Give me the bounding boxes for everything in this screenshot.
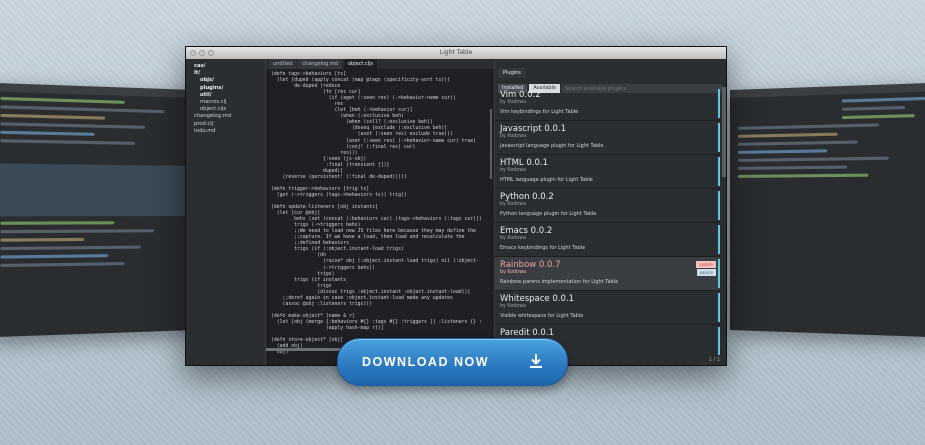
plugin-list: Vim 0.0.2 by Kodowa Vim keybindings for Li…	[495, 87, 720, 355]
plugin-version: 0.0.1	[526, 158, 548, 168]
plugin-status-bar	[718, 225, 720, 254]
plugin-version: 0.0.7	[538, 260, 561, 270]
update-button[interactable]: update	[695, 261, 716, 268]
plugin-description: Rainbow parens implementation for Light …	[500, 279, 619, 285]
plugin-version: 0.0.2	[518, 90, 541, 100]
plugin-name: Paredit 0.0.1	[500, 328, 715, 338]
plugin-description: Visible whitespace for Light Table	[500, 313, 584, 319]
tab-plugins[interactable]: Plugins	[498, 68, 526, 78]
download-icon	[530, 354, 542, 368]
sidebar-item[interactable]: todo.md	[186, 128, 264, 135]
zoom-window-icon[interactable]	[208, 50, 214, 56]
plugin-description: Javascript language plugin for Light Tab…	[500, 143, 604, 149]
plugin-description: Emacs keybindings for Light Table	[500, 245, 586, 251]
plugin-title: Rainbow	[500, 260, 537, 270]
plugin-version: 0.0.2	[530, 226, 553, 236]
plugin-author: by Kodowa	[500, 236, 527, 241]
plugins-pager: 1 / 1	[708, 357, 720, 363]
window-controls[interactable]	[190, 50, 214, 56]
plugin-author: by Kodowa	[500, 168, 527, 173]
plugin-version: 0.0.2	[532, 192, 554, 202]
sidebar-item[interactable]: plugins/	[186, 85, 264, 92]
plugin-name: Whitespace 0.0.1	[500, 294, 715, 304]
plugin-status-bar	[718, 123, 720, 152]
editor-tab[interactable]: object.cljs	[343, 59, 378, 69]
plugin-name: Rainbow 0.0.7	[500, 260, 715, 270]
plugin-item[interactable]: Rainbow 0.0.7 by Kodowa Rainbow parens imp…	[495, 257, 720, 291]
plugin-title: Paredit	[500, 328, 530, 338]
plugin-version: 0.0.1	[544, 124, 566, 134]
plugin-item[interactable]: Python 0.0.2 by Kodowa Python language plu…	[495, 189, 720, 223]
plugin-author: by Kodowa	[500, 134, 527, 139]
window-titlebar: Light Table	[186, 47, 726, 59]
plugins-panel: Plugins Installed Available Vim 0.0.2by …	[494, 59, 726, 365]
plugin-description: Python language plugin for Light Table	[500, 211, 597, 217]
editor-tab[interactable]: changelog.md	[298, 59, 342, 69]
source-button[interactable]: source	[696, 269, 716, 276]
sidebar-item[interactable]: lt/	[186, 70, 264, 77]
plugin-title: Javascript	[500, 124, 542, 134]
workspace-sidebar: cas/lt/objs/plugins/util/macros.clj objec…	[186, 59, 264, 365]
sidebar-item[interactable]: util/	[186, 92, 264, 99]
plugin-name: Python 0.0.2	[500, 192, 715, 202]
plugin-author: by Kodowa	[500, 304, 527, 309]
plugin-status-bar	[718, 89, 720, 118]
sidebar-item[interactable]: macros.clj	[186, 99, 264, 106]
code-content[interactable]: (defn tags->behaviors [ts] (let [duped (…	[266, 69, 494, 359]
code-editor[interactable]: untitled changelog.md object.cljs (defn ta…	[265, 59, 494, 365]
plugin-title: HTML	[500, 158, 524, 168]
plugin-title: Vim	[500, 90, 517, 100]
background-window-left	[0, 82, 196, 338]
plugin-status-bar	[718, 259, 720, 288]
editor-vertical-scrollbar[interactable]	[490, 109, 492, 179]
window-title: Light Table	[439, 49, 473, 56]
sidebar-item[interactable]: objs/	[186, 77, 264, 84]
sidebar-item[interactable]: cas/	[186, 63, 264, 70]
plugin-title: Emacs	[500, 226, 528, 236]
close-window-icon[interactable]	[190, 50, 196, 56]
plugin-version: 0.0.1	[532, 328, 554, 338]
plugin-version: 0.0.1	[552, 294, 574, 304]
plugin-name: Vim 0.0.2	[500, 90, 715, 100]
sidebar-item[interactable]: prod.clj	[186, 121, 264, 128]
plugin-title: Python	[500, 192, 530, 202]
plugin-author: by Kodowa	[500, 100, 527, 105]
plugin-item[interactable]: Vim 0.0.2 by Kodowa Vim keybindings for Li…	[495, 87, 720, 121]
plugin-author: by Kodowa	[500, 270, 527, 275]
plugin-item[interactable]: Emacs 0.0.2 by Kodowa Emacs keybindings fo…	[495, 223, 720, 257]
plugin-name: HTML 0.0.1	[500, 158, 715, 168]
plugin-status-bar	[718, 157, 720, 186]
light-table-window: Light Table cas/lt/objs/plugins/util/mac…	[185, 46, 727, 366]
plugin-description: Vim keybindings for Light Table	[500, 109, 579, 115]
plugin-name: Javascript 0.0.1	[500, 124, 715, 134]
download-now-button[interactable]: DOWNLOAD NOW	[337, 338, 568, 386]
plugin-author: by Kodowa	[500, 202, 527, 207]
plugin-status-bar	[718, 293, 720, 322]
plugin-item[interactable]: Javascript 0.0.1 by Kodowa Javascript lang…	[495, 121, 720, 155]
editor-tab[interactable]: untitled	[269, 59, 297, 69]
editor-tabs: untitled changelog.md object.cljs	[266, 59, 494, 69]
plugin-name: Emacs 0.0.2	[500, 226, 715, 236]
plugin-title: Whitespace	[500, 294, 550, 304]
sidebar-item[interactable]: changelog.md	[186, 113, 264, 120]
plugin-status-bar	[718, 327, 720, 355]
minimize-window-icon[interactable]	[199, 50, 205, 56]
background-window-right	[730, 82, 925, 338]
plugin-description: HTML language plugin for Light Table	[500, 177, 593, 183]
sidebar-item[interactable]: object.cljs	[186, 106, 264, 113]
plugin-item[interactable]: Whitespace 0.0.1 by Kodowa Visible whitesp…	[495, 291, 720, 325]
plugins-scrollbar[interactable]	[722, 87, 726, 177]
plugin-status-bar	[718, 191, 720, 220]
plugin-item[interactable]: HTML 0.0.1 by Kodowa HTML language plugin …	[495, 155, 720, 189]
download-button-label: DOWNLOAD NOW	[362, 355, 490, 369]
